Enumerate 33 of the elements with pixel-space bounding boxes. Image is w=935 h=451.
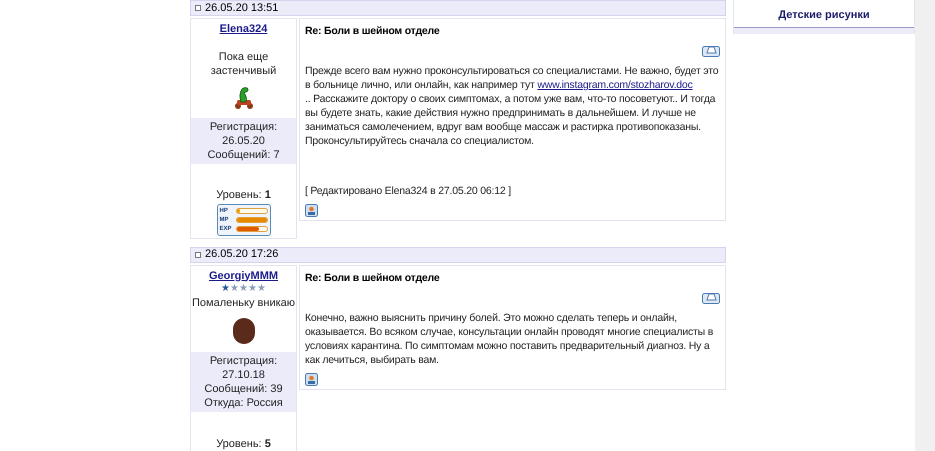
message-title: Re: Боли в шейном отделе <box>305 24 441 38</box>
author-link[interactable]: GeorgiyMMM <box>208 268 278 284</box>
profile-icon[interactable] <box>305 204 318 217</box>
post-date: 26.05.20 17:26 <box>205 247 278 262</box>
registration-label: Регистрация: <box>210 120 278 134</box>
registration-date: 26.05.20 <box>222 134 265 148</box>
registration-date: 27.10.18 <box>222 368 265 382</box>
user-level: Уровень: 5 <box>216 436 271 451</box>
profile-icon[interactable] <box>305 372 318 386</box>
user-status: Помаленьку вникаю <box>192 296 296 310</box>
post-date: 26.05.20 13:51 <box>205 0 278 16</box>
post-icon <box>195 252 201 258</box>
user-location: Откуда: Россия <box>204 396 283 410</box>
star-icon: ★ <box>230 284 239 294</box>
message-link[interactable]: www.instagram.com/stozharov.doc <box>537 79 693 91</box>
message-count: Сообщений: 7 <box>207 148 280 162</box>
registration-label: Регистрация: <box>210 354 278 368</box>
star-icon: ★ <box>248 284 257 294</box>
user-status: Пока еще застенчивый <box>210 50 278 78</box>
avatar-placeholder <box>232 318 254 344</box>
star-icon: ★ <box>239 284 248 294</box>
star-icon: ★ <box>257 284 266 294</box>
message-text: Конечно, важно выяснить причину болей. Это можно сделать теперь и онлайн, оказывается. Во всяком случае, консультации онлайн проводят многие специалисты в условиях карантина. По симптомам можно поставить предварительный диагноз. Ну а как лечиться, выбирать вам. <box>305 310 714 366</box>
quote-icon[interactable] <box>702 44 720 57</box>
author-link[interactable]: Elena324 <box>220 21 268 38</box>
post-icon <box>195 5 201 11</box>
message-title: Re: Боли в шейном отделе <box>305 270 441 284</box>
quote-icon[interactable] <box>702 290 720 304</box>
message-count: Сообщений: 39 <box>204 382 283 396</box>
message-text: Прежде всего вам нужно проконсультироваться со специалистами. Не важно, будет это в больнице лично, или онлайн, как например тут www.instagram.com/stozharov.doc .. Расскажите доктору о своих симптомах, а потом уже вам, что-то посоветуют.. И тогда вы будете знать, какие действия нужно предпринимать в дальнейшем. И лучше не заниматься самолечением, вдруг вам вообще массаж и растирка противопоказаны. Проконсультируйтесь сначала со специалистом. <box>305 64 720 148</box>
user-level: Уровень: 1 <box>216 188 271 203</box>
edit-note: [ Редактировано Elena324 в 27.05.20 06:12 ] <box>305 184 512 198</box>
star-icon: ★ <box>221 284 230 294</box>
